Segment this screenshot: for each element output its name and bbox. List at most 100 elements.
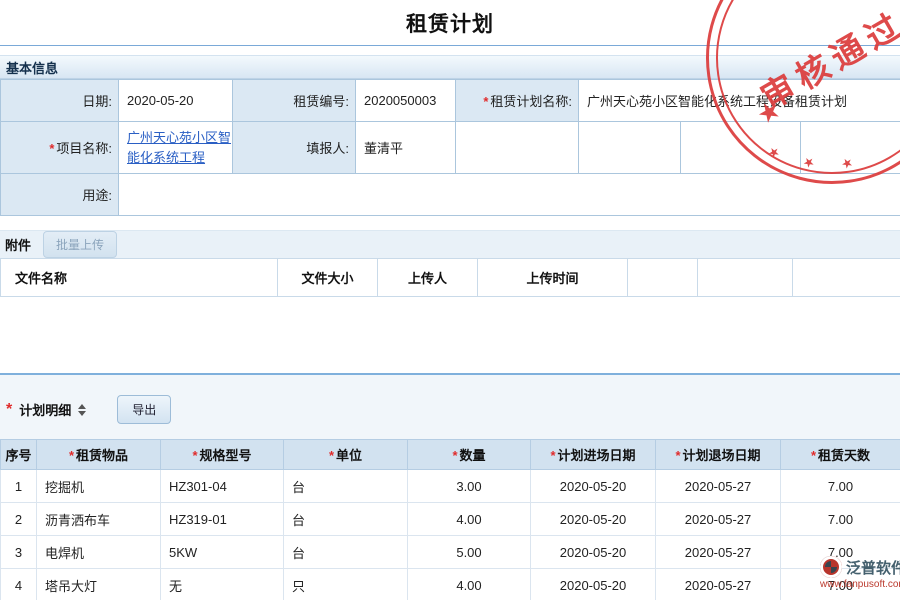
column-header: 上传人: [378, 259, 478, 297]
column-header: [698, 259, 793, 297]
table-cell: HZ319-01: [161, 503, 284, 536]
table-cell: 2020-05-27: [656, 503, 781, 536]
empty-cell: [681, 122, 801, 174]
column-header: *计划退场日期: [656, 440, 781, 470]
date-value: 2020-05-20: [119, 80, 233, 122]
required-mark: *: [192, 448, 197, 463]
required-mark: *: [6, 401, 12, 419]
project-label-text: 项目名称:: [56, 141, 112, 156]
plan-details-header-row: 序号*租赁物品*规格型号*单位*数量*计划进场日期*计划退场日期*租赁天数: [1, 440, 900, 470]
required-mark: *: [550, 448, 555, 463]
table-cell: 2020-05-20: [531, 536, 656, 569]
required-mark: *: [69, 448, 74, 463]
column-header: *租赁天数: [781, 440, 900, 470]
required-mark: *: [452, 448, 457, 463]
fanpu-logo-icon: [820, 556, 842, 578]
column-header: 文件大小: [278, 259, 378, 297]
column-header: [628, 259, 698, 297]
table-row: 4塔吊大灯无只4.002020-05-202020-05-277.00: [1, 569, 900, 600]
empty-area: [0, 297, 900, 373]
table-cell: 2020-05-27: [656, 536, 781, 569]
basic-info-form: 日期: 2020-05-20 租赁编号: 2020050003 *租赁计划名称:…: [0, 79, 900, 216]
column-header: *规格型号: [161, 440, 284, 470]
watermark-brand: 泛普软件: [846, 557, 900, 578]
plan-name-value: 广州天心苑小区智能化系统工程设备租赁计划: [579, 80, 900, 122]
table-cell: 电焊机: [37, 536, 161, 569]
table-cell: 台: [284, 536, 408, 569]
table-cell: 塔吊大灯: [37, 569, 161, 600]
page-title: 租赁计划: [406, 8, 494, 38]
table-cell: 2020-05-27: [656, 470, 781, 503]
table-cell: 1: [1, 470, 37, 503]
sort-icon[interactable]: [78, 404, 86, 416]
column-header: *单位: [284, 440, 408, 470]
watermark-url: www.fanpusoft.com: [820, 579, 900, 590]
required-mark: *: [675, 448, 680, 463]
rental-no-label: 租赁编号:: [233, 80, 356, 122]
reporter-value: 董清平: [356, 122, 456, 174]
attachment-header-row: 文件名称文件大小上传人上传时间: [1, 259, 900, 297]
project-link[interactable]: 广州天心苑小区智能化系统工程: [127, 130, 231, 165]
table-cell: 2: [1, 503, 37, 536]
table-cell: 3.00: [408, 470, 531, 503]
plan-details-body: 1挖掘机HZ301-04台3.002020-05-202020-05-277.0…: [1, 470, 900, 600]
table-cell: HZ301-04: [161, 470, 284, 503]
purpose-label: 用途:: [1, 174, 119, 216]
plan-details-section: * 计划明细 导出 序号*租赁物品*规格型号*单位*数量*计划进场日期*计划退场…: [0, 373, 900, 600]
attachments-strip: 附件 批量上传: [0, 230, 900, 258]
table-cell: 沥青洒布车: [37, 503, 161, 536]
plan-details-title: 计划明细: [19, 400, 71, 419]
table-cell: 4.00: [408, 569, 531, 600]
column-header: 序号: [1, 440, 37, 470]
table-row: 2沥青洒布车HZ319-01台4.002020-05-202020-05-277…: [1, 503, 900, 536]
column-header: 上传时间: [478, 259, 628, 297]
column-header: *数量: [408, 440, 531, 470]
plan-details-label-row: * 计划明细 导出: [0, 395, 900, 424]
table-cell: 7.00: [781, 503, 900, 536]
column-header: 文件名称: [1, 259, 278, 297]
table-cell: 4.00: [408, 503, 531, 536]
table-cell: 挖掘机: [37, 470, 161, 503]
table-cell: 台: [284, 503, 408, 536]
required-mark: *: [49, 141, 54, 156]
empty-cell: [456, 122, 579, 174]
table-cell: 5KW: [161, 536, 284, 569]
column-header: [793, 259, 900, 297]
attachments-title: 附件: [5, 235, 31, 254]
project-value-cell: 广州天心苑小区智能化系统工程: [119, 122, 233, 174]
reporter-label: 填报人:: [233, 122, 356, 174]
title-bar: 租赁计划: [0, 0, 900, 46]
table-row: 1挖掘机HZ301-04台3.002020-05-202020-05-277.0…: [1, 470, 900, 503]
project-label: *项目名称:: [1, 122, 119, 174]
table-cell: 2020-05-27: [656, 569, 781, 600]
column-header: *计划进场日期: [531, 440, 656, 470]
plan-details-table: 序号*租赁物品*规格型号*单位*数量*计划进场日期*计划退场日期*租赁天数 1挖…: [0, 439, 900, 600]
brand-watermark: 泛普软件 www.fanpusoft.com: [820, 556, 900, 590]
table-cell: 5.00: [408, 536, 531, 569]
empty-cell: [579, 122, 681, 174]
table-cell: 4: [1, 569, 37, 600]
batch-upload-button[interactable]: 批量上传: [43, 231, 117, 258]
table-cell: 2020-05-20: [531, 569, 656, 600]
plan-name-label-text: 租赁计划名称:: [490, 94, 572, 109]
table-cell: 7.00: [781, 470, 900, 503]
empty-cell: [801, 122, 900, 174]
table-cell: 台: [284, 470, 408, 503]
required-mark: *: [329, 448, 334, 463]
rental-no-value: 2020050003: [356, 80, 456, 122]
section-basic-info: 基本信息: [0, 55, 900, 79]
table-cell: 无: [161, 569, 284, 600]
table-cell: 2020-05-20: [531, 470, 656, 503]
date-label: 日期:: [1, 80, 119, 122]
basic-info-title: 基本信息: [6, 58, 58, 77]
required-mark: *: [483, 94, 488, 109]
table-cell: 只: [284, 569, 408, 600]
export-button[interactable]: 导出: [117, 395, 171, 424]
attachments-table: 文件名称文件大小上传人上传时间: [0, 258, 900, 297]
required-mark: *: [811, 448, 816, 463]
table-cell: 2020-05-20: [531, 503, 656, 536]
plan-name-label: *租赁计划名称:: [456, 80, 579, 122]
column-header: *租赁物品: [37, 440, 161, 470]
purpose-value: [119, 174, 900, 216]
table-row: 3电焊机5KW台5.002020-05-202020-05-277.00: [1, 536, 900, 569]
